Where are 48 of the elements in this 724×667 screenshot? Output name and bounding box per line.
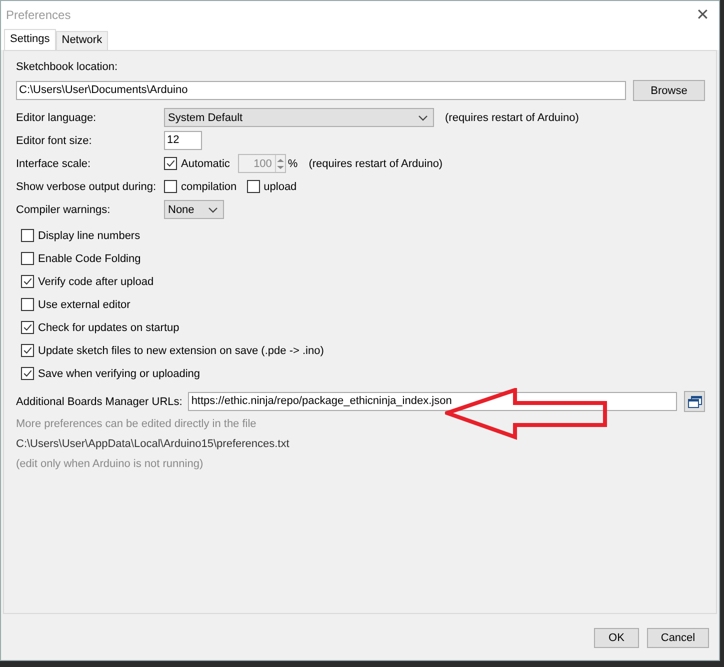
checkbox[interactable]	[164, 180, 177, 193]
browse-button[interactable]: Browse	[633, 80, 705, 101]
checkbox[interactable]	[246, 180, 260, 193]
chevron-icon	[418, 114, 428, 120]
field-label: Interface scale:	[16, 158, 92, 170]
field-label: Editor font size:	[16, 134, 93, 146]
checkbox[interactable]	[21, 298, 34, 311]
field-label: Sketchbook location:	[16, 61, 119, 75]
note-text: (requires restart of Arduino)	[445, 112, 579, 124]
checkbox-label: Check for updates on startup	[38, 322, 180, 334]
window-title: Preferences	[6, 8, 71, 22]
checkbox-label: Display line numbers	[38, 230, 140, 242]
note-text: (requires restart of Arduino)	[308, 158, 443, 170]
tab[interactable]: Network	[56, 31, 108, 50]
chevron-icon	[208, 206, 218, 212]
field-label: Additional Boards Manager URLs:	[16, 396, 182, 408]
checkbox[interactable]	[21, 367, 34, 380]
hint-text: (edit only when Arduino is not running)	[16, 457, 204, 472]
dropdown[interactable]: System Default	[164, 108, 434, 127]
font-size-field[interactable]: 12	[164, 131, 202, 150]
windows-icon	[686, 394, 702, 408]
checkbox-label: Automatic	[181, 158, 230, 170]
cancel-button[interactable]: Cancel	[647, 628, 709, 648]
hint-text: More preferences can be edited directly in the file	[16, 417, 258, 432]
checkbox[interactable]	[21, 275, 34, 288]
field-label: Compiler warnings:	[16, 204, 112, 216]
checkbox[interactable]	[21, 321, 34, 334]
checkbox-label: Verify code after upload	[38, 276, 154, 288]
checkbox-label: compilation	[181, 180, 237, 192]
file-path: C:\Users\User\AppData\Local\Arduino15\preferences.txt	[16, 437, 290, 452]
ok-button[interactable]: OK	[594, 628, 639, 648]
unit-label: %	[288, 158, 298, 170]
sketchbook-field[interactable]: C:\Users\User\Documents\Arduino	[16, 81, 626, 100]
checkbox[interactable]	[21, 252, 34, 265]
close-button[interactable]: ✕	[692, 5, 713, 25]
tab[interactable]: Settings	[4, 29, 56, 50]
dropdown[interactable]: None	[164, 200, 224, 219]
checkbox-label: Enable Code Folding	[38, 252, 141, 264]
checkbox-label: Update sketch files to new extension on save (.pde -> .ino)	[38, 344, 324, 356]
open-editor-button[interactable]	[684, 391, 705, 412]
checkbox-label: upload	[264, 180, 297, 192]
field-label: Show verbose output during:	[16, 180, 158, 192]
checkbox[interactable]	[21, 229, 34, 242]
checkbox[interactable]	[21, 344, 34, 357]
checkbox-label: Use external editor	[38, 298, 130, 310]
field-label: Editor language:	[16, 112, 98, 124]
urls-field[interactable]: https://ethic.ninja/repo/package_ethicninja_index.json	[188, 392, 677, 411]
checkbox-label: Save when verifying or uploading	[38, 368, 200, 380]
